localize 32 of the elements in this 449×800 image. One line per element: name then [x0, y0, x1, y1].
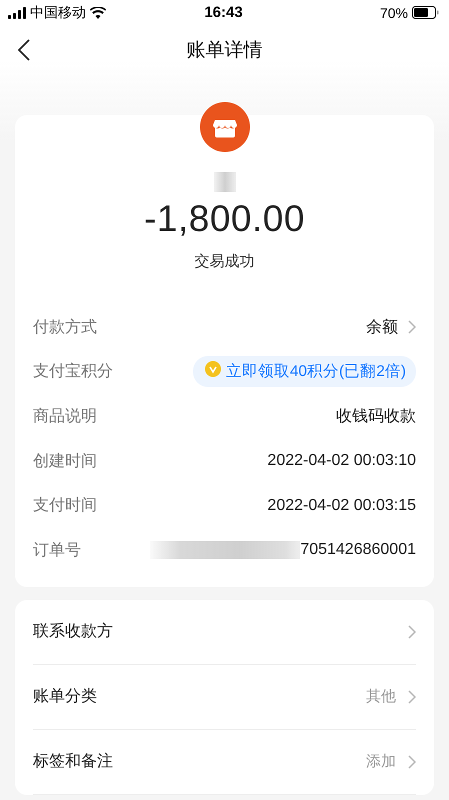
page-title: 账单详情: [186, 39, 262, 63]
action-row[interactable]: 账单分类 其他: [33, 664, 416, 730]
detail-value: 2022-04-02 00:03:15: [267, 496, 416, 515]
detail-value: 收钱码收款: [336, 406, 416, 427]
detail-label: 支付时间: [33, 496, 97, 516]
action-row[interactable]: 联系收款方: [33, 600, 416, 665]
detail-label: 支付宝积分: [33, 362, 113, 382]
chevron-icon: [408, 690, 416, 704]
battery-icon: [412, 6, 439, 19]
order-number: 7051426860001: [300, 541, 416, 560]
points-badge[interactable]: 立即领取40积分(已翻2倍): [192, 356, 416, 388]
chevron-icon: [408, 320, 416, 334]
detail-label: 商品说明: [33, 406, 97, 427]
detail-label: 创建时间: [33, 452, 97, 472]
chevron-icon: [408, 624, 416, 639]
status-text: 交易成功: [194, 252, 254, 271]
back-button[interactable]: [18, 39, 30, 61]
carrier-name: 中国移动: [30, 4, 86, 22]
chevron-icon: [408, 754, 416, 769]
clock-time: 16:43: [204, 4, 243, 21]
action-row[interactable]: 标签和备注 添加: [33, 730, 416, 795]
action-value: 添加: [366, 752, 396, 772]
amount: -1,800.00: [144, 198, 305, 240]
signal-icon: [8, 6, 26, 18]
wifi-icon: [90, 6, 106, 18]
battery-percent: 70%: [380, 4, 408, 20]
detail-link[interactable]: 余额: [366, 316, 416, 338]
detail-label: 付款方式: [33, 318, 97, 338]
detail-label: 订单号: [33, 540, 81, 561]
blurred-name: [214, 172, 236, 192]
detail-value: 2022-04-02 00:03:10: [267, 452, 416, 470]
action-value: 其他: [366, 687, 396, 706]
